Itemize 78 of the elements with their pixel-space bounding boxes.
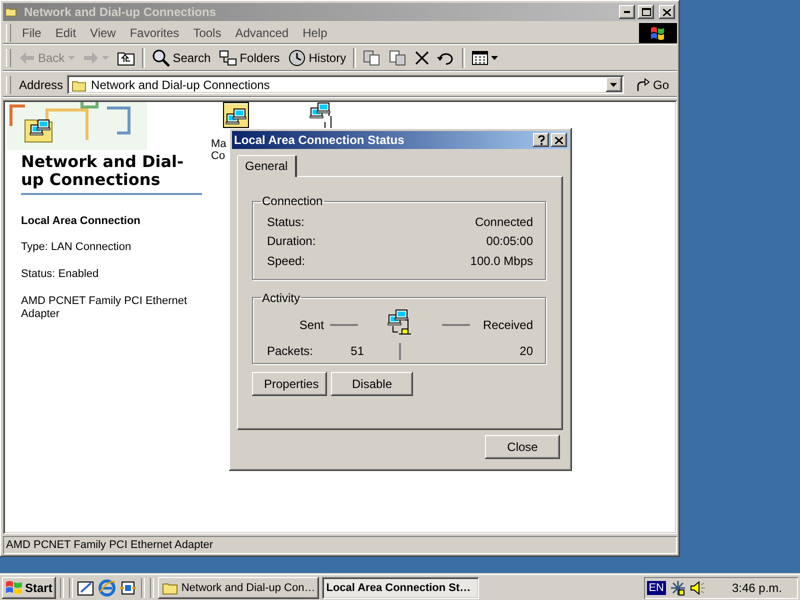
close-button[interactable] (659, 5, 675, 19)
move-to-icon (363, 49, 382, 67)
status-bar: AMD PCNET Family PCI Ethernet Adapter (3, 536, 677, 554)
flag-logo (639, 23, 677, 43)
clock: 3:46 p.m. (732, 580, 782, 594)
delete-icon (415, 51, 430, 65)
windows-flag-icon (5, 580, 23, 595)
folders-icon (218, 50, 237, 66)
menu-item[interactable]: Edit (48, 24, 84, 42)
go-arrow-icon (636, 78, 650, 92)
folder-heading: Network and Dial-up Connections (21, 153, 202, 195)
detail-text: AMD PCNET Family PCI Ethernet Adapter (21, 295, 188, 321)
selection-title: Local Area Connection (21, 215, 142, 227)
show-desktop-icon[interactable] (77, 580, 96, 596)
search-icon (152, 49, 170, 67)
folders-button[interactable]: Folders (214, 48, 284, 68)
close-icon (663, 8, 671, 16)
address-field[interactable]: Network and Dial-up Connections (67, 75, 624, 94)
detail-text: Status: Enabled (21, 268, 100, 281)
close-button[interactable] (551, 133, 567, 147)
up-folder-icon (116, 50, 135, 66)
taskbar-button[interactable]: Local Area Connection St… (322, 576, 480, 598)
address-label: Address (19, 78, 64, 92)
help-button[interactable] (533, 133, 549, 147)
properties-button[interactable]: Properties (252, 372, 327, 396)
forward-arrow-icon (82, 51, 99, 65)
search-button[interactable]: Search (148, 47, 215, 69)
history-clock-icon (288, 49, 306, 67)
menu-item[interactable]: File (15, 24, 48, 42)
dialog-title: Local Area Connection Status (234, 133, 406, 147)
taskbar-button[interactable]: Network and Dial-up Con… (158, 576, 320, 598)
undo-icon (437, 51, 456, 65)
disable-button[interactable]: Disable (331, 372, 413, 396)
field-label: Packets: (267, 344, 314, 358)
channels-icon[interactable] (119, 578, 138, 596)
caret-icon (102, 56, 109, 60)
field-label: Status: (267, 214, 304, 229)
minimize-button[interactable] (619, 5, 635, 19)
window-title: Network and Dial-up Connections (24, 5, 218, 19)
menu-item[interactable]: Advanced (228, 24, 296, 42)
maximize-icon (642, 8, 650, 16)
group-title: Activity (261, 290, 302, 304)
field-value: Connected (474, 214, 533, 229)
history-button[interactable]: History (284, 47, 350, 69)
back-arrow-icon (19, 51, 35, 65)
caret-icon (610, 82, 618, 86)
icon-label[interactable]: Ma Co (211, 138, 226, 162)
field-value: 100.0 Mbps (470, 254, 533, 268)
tab[interactable]: General (237, 155, 297, 177)
speaker-icon[interactable] (690, 580, 706, 596)
sent-count: 51 (350, 344, 364, 358)
menu-item[interactable]: View (83, 24, 123, 42)
help-icon (538, 135, 544, 145)
language-indicator[interactable]: EN (646, 580, 666, 594)
close-dialog-button[interactable]: Close (485, 435, 560, 459)
caret-icon (68, 56, 75, 60)
new-connection-icon[interactable] (223, 102, 249, 128)
go-button[interactable]: Go (628, 78, 677, 92)
detail-text: Type: LAN Connection (21, 241, 132, 254)
menu-item[interactable]: Help (296, 24, 334, 42)
received-label: Received (482, 318, 533, 332)
copy-to-icon (389, 49, 408, 67)
field-label: Duration: (267, 234, 316, 248)
field-value: 00:05:00 (486, 234, 533, 248)
group-title: Connection (261, 194, 324, 208)
network-tray-icon[interactable] (670, 580, 686, 596)
received-count: 20 (518, 344, 533, 358)
maximize-button[interactable] (638, 5, 654, 19)
sent-label: Sent (298, 318, 324, 332)
close-icon (555, 136, 563, 144)
start-button[interactable]: Start (2, 576, 56, 598)
field-label: Speed: (267, 254, 306, 268)
caret-icon (491, 56, 498, 60)
menu-item[interactable]: Favorites (122, 24, 186, 42)
minimize-icon (624, 11, 630, 13)
views-icon (472, 51, 488, 65)
dropdown-button[interactable] (606, 77, 622, 92)
menu-item[interactable]: Tools (186, 24, 228, 42)
